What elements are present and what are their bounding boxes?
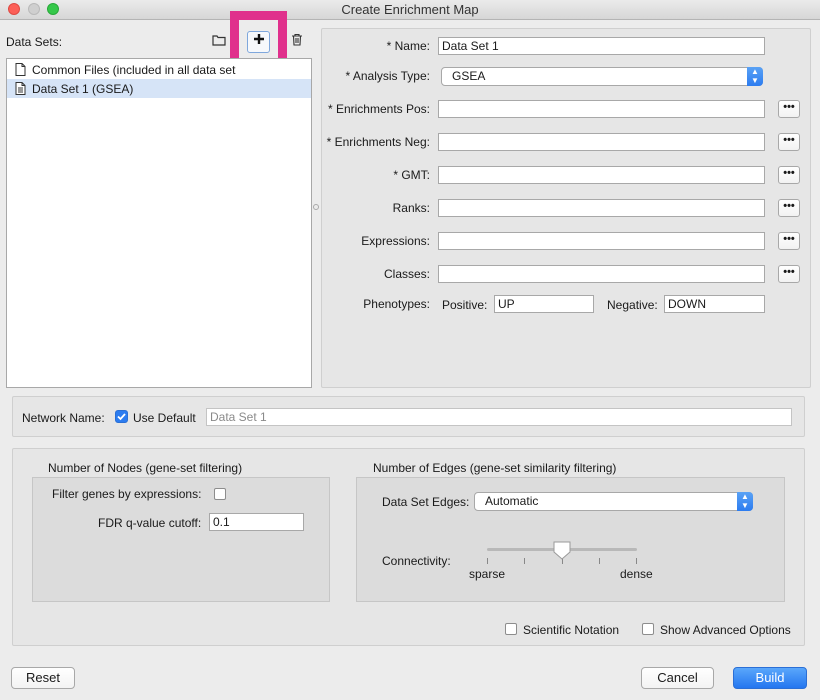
data-set-edges-value: Automatic [485, 494, 539, 508]
name-label: * Name: [386, 39, 430, 53]
filter-genes-label: Filter genes by expressions: [52, 487, 202, 501]
data-set-edges-select[interactable]: Automatic ▲ ▼ [474, 492, 753, 511]
scientific-notation-label: Scientific Notation [523, 623, 620, 637]
list-item-common-files[interactable]: Common Files (included in all data set [7, 60, 311, 79]
expressions-input[interactable] [438, 232, 765, 250]
slider-tick [636, 558, 637, 564]
slider-tick [524, 558, 525, 564]
window-title: Create Enrichment Map [341, 2, 479, 17]
enrichments-pos-label: * Enrichments Pos: [327, 102, 430, 116]
data-sets-label: Data Sets: [6, 35, 63, 49]
gmt-label: * GMT: [393, 168, 430, 182]
network-name-label: Network Name: [22, 411, 105, 425]
name-input[interactable]: Data Set 1 [438, 37, 765, 55]
gmt-input[interactable] [438, 166, 765, 184]
data-sets-list[interactable]: Common Files (included in all data set D… [6, 58, 312, 388]
build-button[interactable]: Build [733, 667, 807, 689]
negative-input[interactable]: DOWN [664, 295, 765, 313]
list-item-label: Common Files (included in all data set [32, 63, 236, 77]
ranks-input[interactable] [438, 199, 765, 217]
phenotypes-label: Phenotypes: [363, 297, 430, 311]
sparse-label: sparse [469, 567, 506, 581]
folder-icon[interactable] [208, 32, 230, 52]
nodes-title: Number of Nodes (gene-set filtering) [48, 461, 243, 475]
edges-title: Number of Edges (gene-set similarity fil… [373, 461, 617, 475]
negative-label: Negative: [607, 298, 658, 312]
dense-label: dense [620, 567, 653, 581]
expressions-label: Expressions: [361, 234, 430, 248]
plus-icon[interactable] [247, 31, 270, 53]
connectivity-slider-thumb[interactable] [553, 541, 571, 561]
trash-icon[interactable] [286, 32, 308, 52]
data-set-edges-label: Data Set Edges: [382, 495, 470, 509]
scientific-notation-checkbox[interactable] [505, 623, 517, 635]
browse-enrichments-pos-button[interactable]: ••• [778, 100, 800, 118]
classes-label: Classes: [383, 267, 430, 281]
fdr-cutoff-label: FDR q-value cutoff: [98, 516, 202, 530]
file-icon [15, 63, 26, 76]
analysis-type-label: * Analysis Type: [345, 69, 431, 83]
ranks-label: Ranks: [392, 201, 430, 215]
network-name-input[interactable]: Data Set 1 [206, 408, 792, 426]
positive-input[interactable]: UP [494, 295, 594, 313]
slider-tick [487, 558, 488, 564]
select-arrows-icon: ▲ ▼ [737, 492, 753, 511]
connectivity-label: Connectivity: [382, 554, 451, 568]
fdr-cutoff-input[interactable]: 0.1 [209, 513, 304, 531]
filter-genes-checkbox[interactable] [214, 488, 226, 500]
document-icon [15, 82, 26, 95]
split-pane-divider[interactable] [313, 204, 319, 210]
list-item-label: Data Set 1 (GSEA) [32, 82, 134, 96]
classes-input[interactable] [438, 265, 765, 283]
show-advanced-options-checkbox[interactable] [642, 623, 654, 635]
show-advanced-options-label: Show Advanced Options [660, 623, 791, 637]
use-default-checkbox[interactable] [115, 410, 128, 423]
enrichments-pos-input[interactable] [438, 100, 765, 118]
browse-expressions-button[interactable]: ••• [778, 232, 800, 250]
slider-tick [599, 558, 600, 564]
select-arrows-icon: ▲ ▼ [747, 67, 763, 86]
cancel-button[interactable]: Cancel [641, 667, 714, 689]
browse-classes-button[interactable]: ••• [778, 265, 800, 283]
browse-enrichments-neg-button[interactable]: ••• [778, 133, 800, 151]
enrichments-neg-input[interactable] [438, 133, 765, 151]
browse-gmt-button[interactable]: ••• [778, 166, 800, 184]
checkmark-icon [117, 413, 126, 421]
positive-label: Positive: [442, 298, 488, 312]
analysis-type-select[interactable]: GSEA ▲ ▼ [441, 67, 763, 86]
reset-button[interactable]: Reset [11, 667, 75, 689]
analysis-type-value: GSEA [452, 69, 486, 83]
browse-ranks-button[interactable]: ••• [778, 199, 800, 217]
enrichments-neg-label: * Enrichments Neg: [326, 135, 430, 149]
list-item-data-set-1[interactable]: Data Set 1 (GSEA) [7, 79, 311, 98]
use-default-label: Use Default [133, 411, 196, 425]
